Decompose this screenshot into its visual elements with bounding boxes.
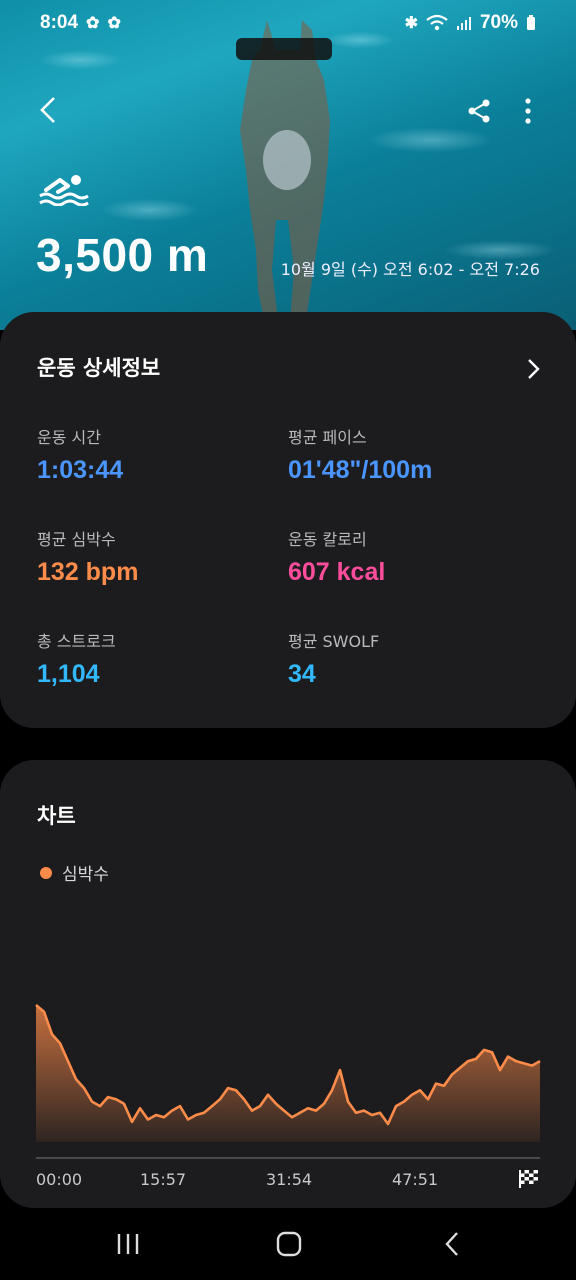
metric-value: 34 xyxy=(288,660,316,688)
metric-duration: 운동 시간 1:03:44 xyxy=(37,424,123,485)
x-tick-label: 00:00 xyxy=(36,1170,83,1189)
nav-back-button[interactable] xyxy=(422,1224,482,1264)
signal-icon xyxy=(456,17,471,30)
heart-rate-area xyxy=(36,1005,540,1142)
details-expand-button[interactable] xyxy=(526,358,540,384)
metric-value: 1:03:44 xyxy=(37,456,124,484)
metric-label: 운동 시간 xyxy=(37,428,101,447)
workout-date-range: 10월 9일 (수) 오전 6:02 - 오전 7:26 xyxy=(280,260,540,279)
metric-label: 총 스트로크 xyxy=(37,632,116,651)
metric-avg-swolf: 평균 SWOLF 34 xyxy=(288,628,379,689)
metric-value: 132 bpm xyxy=(37,558,139,586)
notification-icon: ✿ xyxy=(86,15,100,32)
metric-label: 평균 심박수 xyxy=(37,530,116,549)
bluetooth-icon: ✱ xyxy=(404,15,418,32)
swimming-icon xyxy=(39,175,89,206)
status-bar: 8:04 ✿ ✿ ✱ 70% xyxy=(40,10,536,38)
metric-value: 607 kcal xyxy=(288,558,386,586)
workout-details-card: 운동 상세정보 운동 시간 1:03:44 평균 페이스 01'48"/100m… xyxy=(0,312,576,728)
notification-icon: ✿ xyxy=(107,15,121,32)
metric-label: 운동 칼로리 xyxy=(288,530,367,549)
metric-value: 01'48"/100m xyxy=(288,456,433,484)
home-icon xyxy=(276,1231,302,1257)
status-time: 8:04 xyxy=(40,12,79,33)
share-button[interactable] xyxy=(462,94,496,128)
details-title: 운동 상세정보 xyxy=(37,356,161,380)
recents-icon xyxy=(117,1234,139,1254)
x-tick-label: 31:54 xyxy=(266,1170,313,1189)
finish-flag-icon xyxy=(519,1170,538,1188)
heart-rate-chart xyxy=(35,1004,541,1159)
wifi-icon xyxy=(426,14,448,31)
battery-text: 70% xyxy=(479,12,518,33)
back-arrow-icon xyxy=(445,1232,458,1256)
metric-calories: 운동 칼로리 607 kcal xyxy=(288,526,385,587)
metric-avg-pace: 평균 페이스 01'48"/100m xyxy=(288,424,432,485)
metric-value: 1,104 xyxy=(37,660,100,688)
share-icon xyxy=(468,99,490,123)
metric-total-strokes: 총 스트로크 1,104 xyxy=(37,628,116,689)
metric-avg-heart-rate: 평균 심박수 132 bpm xyxy=(37,526,138,587)
more-options-button[interactable] xyxy=(514,94,542,128)
back-button[interactable] xyxy=(30,92,66,128)
battery-icon xyxy=(527,15,535,30)
metric-label: 평균 페이스 xyxy=(288,428,367,447)
chart-card: 차트 심박수 00:00 15:57 31:54 47:51 xyxy=(0,760,576,1208)
x-tick-label: 15:57 xyxy=(140,1170,187,1189)
navigation-bar xyxy=(0,1208,576,1280)
chevron-left-icon xyxy=(40,97,55,123)
distance-value: 3,500 m xyxy=(36,229,209,281)
more-vert-icon xyxy=(525,98,531,124)
recents-button[interactable] xyxy=(98,1224,158,1264)
x-tick-label: 47:51 xyxy=(392,1170,439,1189)
home-button[interactable] xyxy=(259,1224,319,1264)
chevron-right-icon xyxy=(528,359,540,379)
metric-label: 평균 SWOLF xyxy=(288,632,380,651)
